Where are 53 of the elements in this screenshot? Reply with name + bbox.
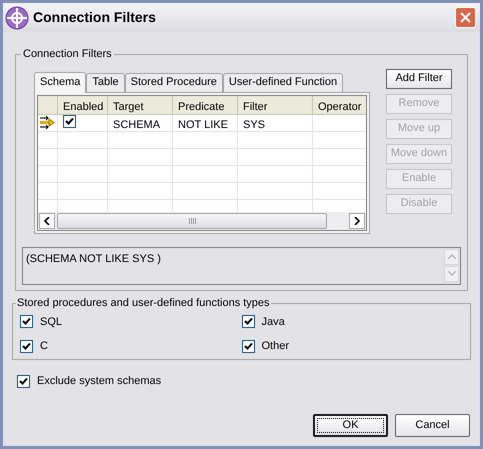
chevron-left-icon — [44, 216, 50, 225]
group-title: Connection Filters — [22, 47, 113, 62]
table-cell: NOT LIKE — [173, 114, 238, 132]
app-icon — [5, 6, 29, 30]
tab[interactable]: User-defined Function — [222, 72, 344, 92]
table-cell — [108, 166, 173, 182]
table-cell — [108, 132, 173, 148]
column-header[interactable]: Predicate — [173, 96, 238, 114]
table-cell — [173, 166, 238, 182]
column-header[interactable]: Enabled — [58, 96, 108, 114]
checkbox[interactable] — [20, 340, 33, 353]
chevron-up-icon — [448, 254, 456, 259]
window-title: Connection Filters — [33, 8, 157, 27]
tab[interactable]: Stored Procedure — [124, 72, 223, 92]
chevron-down-icon — [448, 271, 456, 276]
checkbox[interactable] — [20, 315, 33, 328]
column-header[interactable]: Filter — [238, 96, 313, 114]
table-cell — [58, 182, 108, 200]
close-icon — [460, 12, 471, 23]
dialog-button[interactable]: OK — [313, 414, 388, 436]
checkbox-label: Exclude system schemas — [37, 374, 162, 389]
group-title: Stored procedures and user-defined functions types — [16, 296, 271, 311]
row-header — [38, 148, 58, 166]
checkbox[interactable] — [17, 374, 30, 388]
action-button[interactable]: Add Filter — [386, 68, 452, 88]
checkbox-label: Other — [262, 339, 290, 354]
checkbox[interactable] — [242, 340, 254, 353]
checkbox-label: Java — [262, 314, 285, 330]
checkbox[interactable] — [242, 315, 254, 328]
table-cell — [173, 148, 238, 166]
scroll-left-button[interactable] — [39, 212, 55, 229]
tab[interactable]: Schema — [34, 72, 86, 92]
tab[interactable]: Table — [86, 72, 125, 92]
row-header — [38, 182, 58, 200]
checkbox-label: C — [40, 339, 48, 354]
grip-icon — [188, 218, 196, 224]
close-button[interactable] — [455, 7, 476, 28]
table-cell — [58, 166, 108, 182]
checkbox[interactable] — [63, 114, 76, 128]
table-cell — [108, 148, 173, 166]
filter-expression: (SCHEMA NOT LIKE SYS ) — [25, 252, 162, 266]
scroll-right-button[interactable] — [349, 212, 365, 229]
column-header[interactable]: Target — [108, 96, 173, 114]
row-header — [38, 166, 58, 182]
scrollbar-thumb[interactable] — [57, 212, 327, 229]
checkbox-label: SQL — [40, 314, 62, 330]
table-cell — [58, 148, 108, 166]
table-cell: SYS — [238, 114, 313, 132]
column-header[interactable]: Operator — [313, 96, 366, 114]
dialog-button[interactable]: Cancel — [395, 414, 470, 436]
chevron-right-icon — [354, 216, 360, 225]
table-cell: SCHEMA — [108, 114, 173, 132]
table-cell — [173, 132, 238, 148]
